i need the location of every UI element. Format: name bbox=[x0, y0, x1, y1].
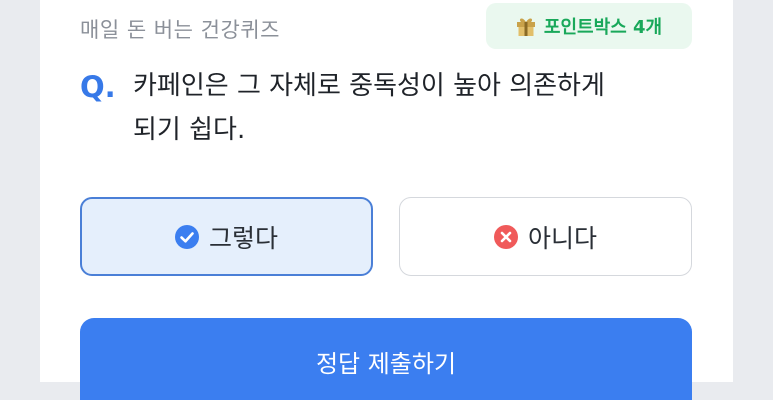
question-text: 카페인은 그 자체로 중독성이 높아 의존하게 되기 쉽다. bbox=[133, 64, 693, 152]
point-box-badge[interactable]: 포인트박스 4개 bbox=[486, 3, 692, 49]
x-circle-icon bbox=[493, 224, 518, 249]
question-line-1: 카페인은 그 자체로 중독성이 높아 의존하게 bbox=[133, 71, 605, 101]
point-box-label: 포인트박스 4개 bbox=[543, 17, 663, 38]
answer-yes-label: 그렇다 bbox=[208, 223, 278, 253]
gift-box-icon bbox=[516, 18, 535, 36]
answer-no-button[interactable]: 아니다 bbox=[399, 197, 692, 276]
question-line-2: 되기 쉽다. bbox=[133, 115, 246, 145]
quiz-title: 매일 돈 버는 건강퀴즈 bbox=[80, 18, 280, 42]
quiz-card: 매일 돈 버는 건강퀴즈 포인트박스 4개 Q. 카페인은 그 자체로 중독성이… bbox=[40, 0, 733, 400]
question-mark-label: Q. bbox=[80, 70, 116, 104]
check-circle-icon bbox=[174, 224, 199, 249]
answer-yes-button[interactable]: 그렇다 bbox=[80, 197, 373, 276]
answer-no-label: 아니다 bbox=[527, 223, 597, 253]
submit-answer-button[interactable]: 정답 제출하기 bbox=[80, 318, 692, 400]
